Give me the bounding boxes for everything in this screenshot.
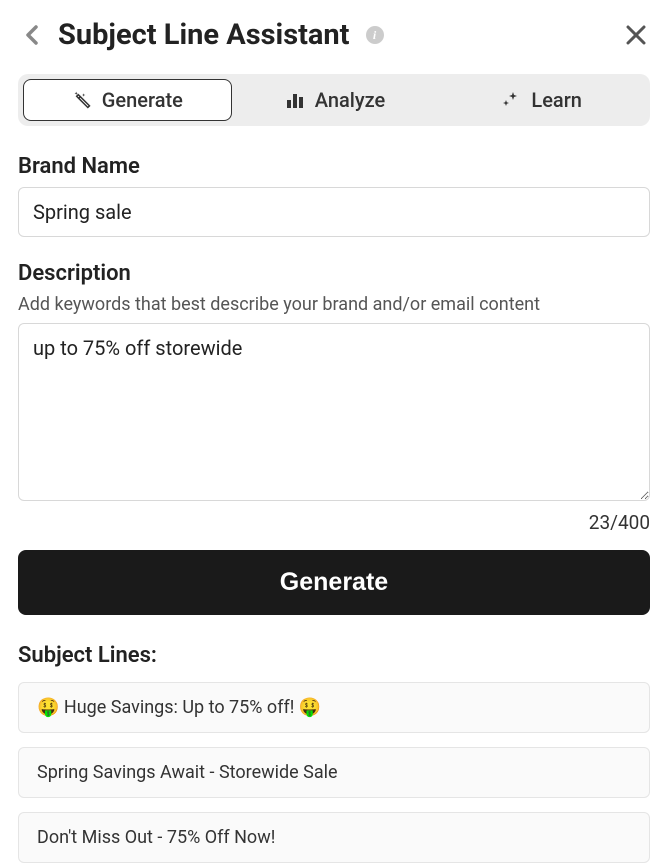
description-label: Description xyxy=(18,261,650,286)
chevron-left-icon xyxy=(22,23,42,47)
subject-line-result[interactable]: Spring Savings Await - Storewide Sale xyxy=(18,747,650,798)
close-icon xyxy=(625,24,647,46)
generate-button[interactable]: Generate xyxy=(18,550,650,615)
back-button[interactable] xyxy=(18,21,46,49)
tab-generate-label: Generate xyxy=(102,88,183,112)
brand-name-input[interactable] xyxy=(18,187,650,237)
sparkles-icon xyxy=(501,90,521,110)
tab-learn[interactable]: Learn xyxy=(438,79,645,121)
bar-chart-icon xyxy=(285,90,305,110)
close-button[interactable] xyxy=(622,21,650,49)
tab-analyze-label: Analyze xyxy=(315,88,386,112)
info-icon[interactable]: i xyxy=(366,26,384,44)
results-label: Subject Lines: xyxy=(18,643,650,668)
description-textarea[interactable] xyxy=(18,323,650,501)
magic-wand-icon xyxy=(72,90,92,110)
tab-analyze[interactable]: Analyze xyxy=(232,79,439,121)
char-count: 23/400 xyxy=(18,511,650,534)
tab-generate[interactable]: Generate xyxy=(23,79,232,121)
page-title: Subject Line Assistant xyxy=(58,18,350,52)
brand-name-label: Brand Name xyxy=(18,154,650,179)
tabs-container: Generate Analyze Learn xyxy=(18,74,650,126)
description-sublabel: Add keywords that best describe your bra… xyxy=(18,294,650,315)
subject-line-result[interactable]: Don't Miss Out - 75% Off Now! xyxy=(18,812,650,863)
subject-line-result[interactable]: 🤑 Huge Savings: Up to 75% off! 🤑 xyxy=(18,682,650,733)
header: Subject Line Assistant i xyxy=(18,18,650,52)
tab-learn-label: Learn xyxy=(531,88,582,112)
